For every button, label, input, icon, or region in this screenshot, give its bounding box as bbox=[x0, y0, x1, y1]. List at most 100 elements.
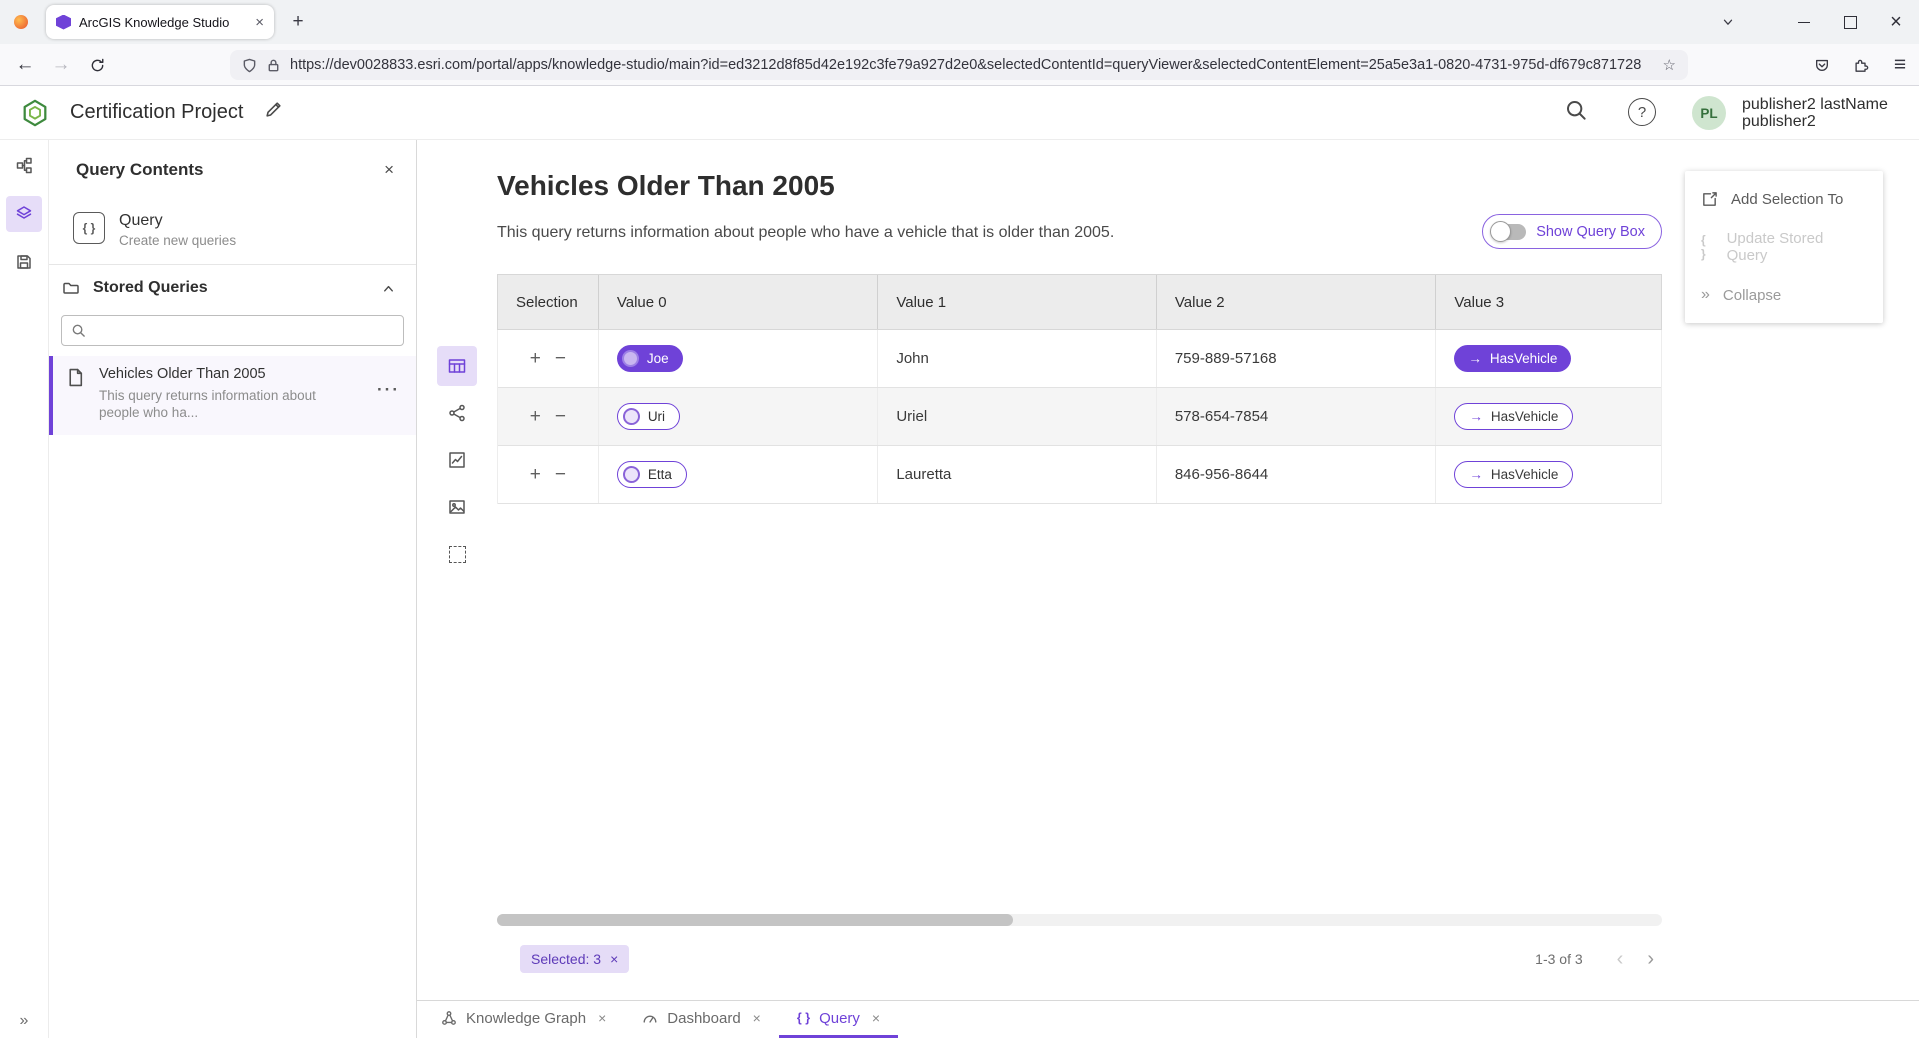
browser-tab[interactable]: ArcGIS Knowledge Studio × bbox=[46, 5, 274, 39]
selected-count-chip[interactable]: Selected: 3 × bbox=[520, 945, 629, 973]
expand-plus-icon[interactable]: + bbox=[530, 464, 541, 486]
search-icon bbox=[71, 323, 86, 338]
forward-button[interactable]: → bbox=[44, 48, 78, 82]
column-header[interactable]: Selection bbox=[498, 275, 598, 329]
firefox-icon[interactable] bbox=[14, 15, 28, 29]
app-header: Certification Project ? PL publisher2 la… bbox=[0, 86, 1919, 140]
braces-icon: { } bbox=[1701, 233, 1714, 261]
panel-close-icon[interactable]: × bbox=[384, 160, 394, 180]
page-subtitle: This query returns information about peo… bbox=[497, 224, 1114, 242]
show-query-box-toggle[interactable]: Show Query Box bbox=[1482, 214, 1662, 249]
left-icon-rail: » bbox=[0, 140, 49, 1038]
table-row[interactable]: + − Etta Lauretta 846-956-8644 → bbox=[498, 446, 1661, 504]
tab-list-chevron-icon[interactable] bbox=[1714, 8, 1742, 36]
url-text[interactable]: https://dev0028833.esri.com/portal/apps/… bbox=[290, 57, 1654, 73]
search-icon[interactable] bbox=[1564, 98, 1588, 122]
entity-pill[interactable]: Etta bbox=[617, 461, 687, 488]
scrollbar-thumb[interactable] bbox=[497, 914, 1013, 926]
cell-value[interactable]: 759-889-57168 bbox=[1156, 330, 1436, 387]
pocket-icon[interactable] bbox=[1806, 49, 1838, 81]
entity-pill[interactable]: Uri bbox=[617, 403, 680, 430]
url-bar[interactable]: https://dev0028833.esri.com/portal/apps/… bbox=[230, 50, 1688, 80]
extensions-puzzle-icon[interactable] bbox=[1845, 49, 1877, 81]
cell-value[interactable]: Uriel bbox=[877, 388, 1156, 445]
panel-title: Query Contents bbox=[76, 160, 384, 180]
item-options-ellipsis-icon[interactable]: ··· bbox=[377, 380, 400, 400]
layers-icon[interactable] bbox=[6, 196, 42, 232]
tab-close-icon[interactable]: × bbox=[872, 1010, 880, 1026]
column-header[interactable]: Value 0 bbox=[598, 275, 878, 329]
previous-page-icon[interactable]: ‹ bbox=[1617, 948, 1624, 971]
new-tab-button[interactable]: + bbox=[284, 8, 312, 36]
tab-query[interactable]: { } Query × bbox=[779, 1001, 898, 1038]
tab-close-icon[interactable]: × bbox=[598, 1010, 606, 1026]
cell-value[interactable]: Lauretta bbox=[877, 446, 1156, 503]
back-button[interactable]: ← bbox=[8, 48, 42, 82]
window-minimize-button[interactable] bbox=[1781, 0, 1827, 44]
cell-value[interactable]: 578-654-7854 bbox=[1156, 388, 1436, 445]
cell-value[interactable]: 846-956-8644 bbox=[1156, 446, 1436, 503]
link-chart-icon[interactable] bbox=[437, 393, 477, 433]
relationship-pill[interactable]: → HasVehicle bbox=[1454, 461, 1573, 488]
hamburger-menu-icon[interactable]: ≡ bbox=[1884, 49, 1916, 81]
edit-title-pencil-icon[interactable] bbox=[264, 100, 283, 119]
new-query-item[interactable]: { } Query Create new queries bbox=[49, 200, 416, 265]
relationship-pill[interactable]: → HasVehicle bbox=[1454, 345, 1571, 372]
stored-queries-title: Stored Queries bbox=[93, 279, 368, 297]
entity-pill[interactable]: Joe bbox=[617, 345, 683, 372]
clear-selection-icon[interactable]: × bbox=[610, 951, 618, 967]
tab-close-icon[interactable]: × bbox=[753, 1010, 761, 1026]
map-view-icon[interactable] bbox=[437, 487, 477, 527]
window-close-button[interactable]: × bbox=[1873, 0, 1919, 44]
arrow-right-icon: → bbox=[1469, 467, 1483, 482]
help-icon[interactable]: ? bbox=[1628, 98, 1656, 126]
tab-dashboard[interactable]: Dashboard × bbox=[624, 1001, 779, 1038]
collapse-minus-icon[interactable]: − bbox=[555, 464, 566, 486]
lock-icon[interactable] bbox=[266, 58, 281, 73]
selection-context-menu: Add Selection To { } Update Stored Query… bbox=[1685, 171, 1883, 323]
add-selection-icon bbox=[1701, 191, 1718, 208]
selection-tool-icon[interactable] bbox=[437, 534, 477, 574]
collapse-section-chevron-icon[interactable] bbox=[381, 281, 396, 296]
entity-circle-icon bbox=[623, 408, 640, 425]
column-header[interactable]: Value 2 bbox=[1156, 275, 1436, 329]
tab-knowledge-graph[interactable]: Knowledge Graph × bbox=[423, 1001, 624, 1038]
braces-icon: { } bbox=[73, 212, 105, 244]
column-header[interactable]: Value 1 bbox=[877, 275, 1156, 329]
stored-query-title: Vehicles Older Than 2005 bbox=[99, 366, 327, 382]
stored-queries-search-input[interactable] bbox=[93, 322, 394, 340]
table-row[interactable]: + − Uri Uriel 578-654-7854 → bbox=[498, 388, 1661, 446]
save-icon[interactable] bbox=[6, 244, 42, 280]
stored-query-list-item[interactable]: Vehicles Older Than 2005 This query retu… bbox=[49, 356, 416, 435]
column-header[interactable]: Value 3 bbox=[1435, 275, 1661, 329]
window-maximize-button[interactable] bbox=[1827, 0, 1873, 44]
user-name: publisher2 lastName bbox=[1742, 96, 1888, 113]
user-avatar[interactable]: PL bbox=[1692, 96, 1726, 130]
collapse-minus-icon[interactable]: − bbox=[555, 348, 566, 370]
tracking-shield-icon[interactable] bbox=[242, 58, 257, 73]
menu-item-collapse[interactable]: » Collapse bbox=[1685, 271, 1883, 319]
table-view-icon[interactable] bbox=[437, 346, 477, 386]
bookmark-star-icon[interactable]: ☆ bbox=[1663, 56, 1676, 74]
relationship-pill[interactable]: → HasVehicle bbox=[1454, 403, 1573, 430]
menu-item-add-selection-to[interactable]: Add Selection To bbox=[1685, 175, 1883, 223]
stored-queries-header[interactable]: Stored Queries bbox=[49, 265, 416, 311]
expand-plus-icon[interactable]: + bbox=[530, 348, 541, 370]
table-row[interactable]: + − Joe John 759-889-57168 → bbox=[498, 330, 1661, 388]
expand-panel-chevrons-icon[interactable]: » bbox=[0, 1012, 48, 1030]
collapse-minus-icon[interactable]: − bbox=[555, 406, 566, 428]
user-info[interactable]: publisher2 lastName publisher2 bbox=[1742, 96, 1888, 130]
tab-close-icon[interactable]: × bbox=[255, 14, 264, 31]
pagination-range: 1-3 of 3 bbox=[1535, 951, 1582, 967]
toggle-switch[interactable] bbox=[1492, 224, 1526, 240]
dashboard-gauge-icon bbox=[642, 1010, 658, 1026]
horizontal-scrollbar[interactable] bbox=[497, 914, 1662, 926]
stored-queries-search[interactable] bbox=[61, 315, 404, 346]
chart-view-icon[interactable] bbox=[437, 440, 477, 480]
expand-plus-icon[interactable]: + bbox=[530, 406, 541, 428]
next-page-icon[interactable]: › bbox=[1647, 948, 1654, 971]
cell-value[interactable]: John bbox=[877, 330, 1156, 387]
table-header-row: Selection Value 0 Value 1 Value 2 Value … bbox=[497, 274, 1662, 330]
reload-button[interactable] bbox=[80, 48, 114, 82]
data-model-icon[interactable] bbox=[6, 147, 42, 183]
